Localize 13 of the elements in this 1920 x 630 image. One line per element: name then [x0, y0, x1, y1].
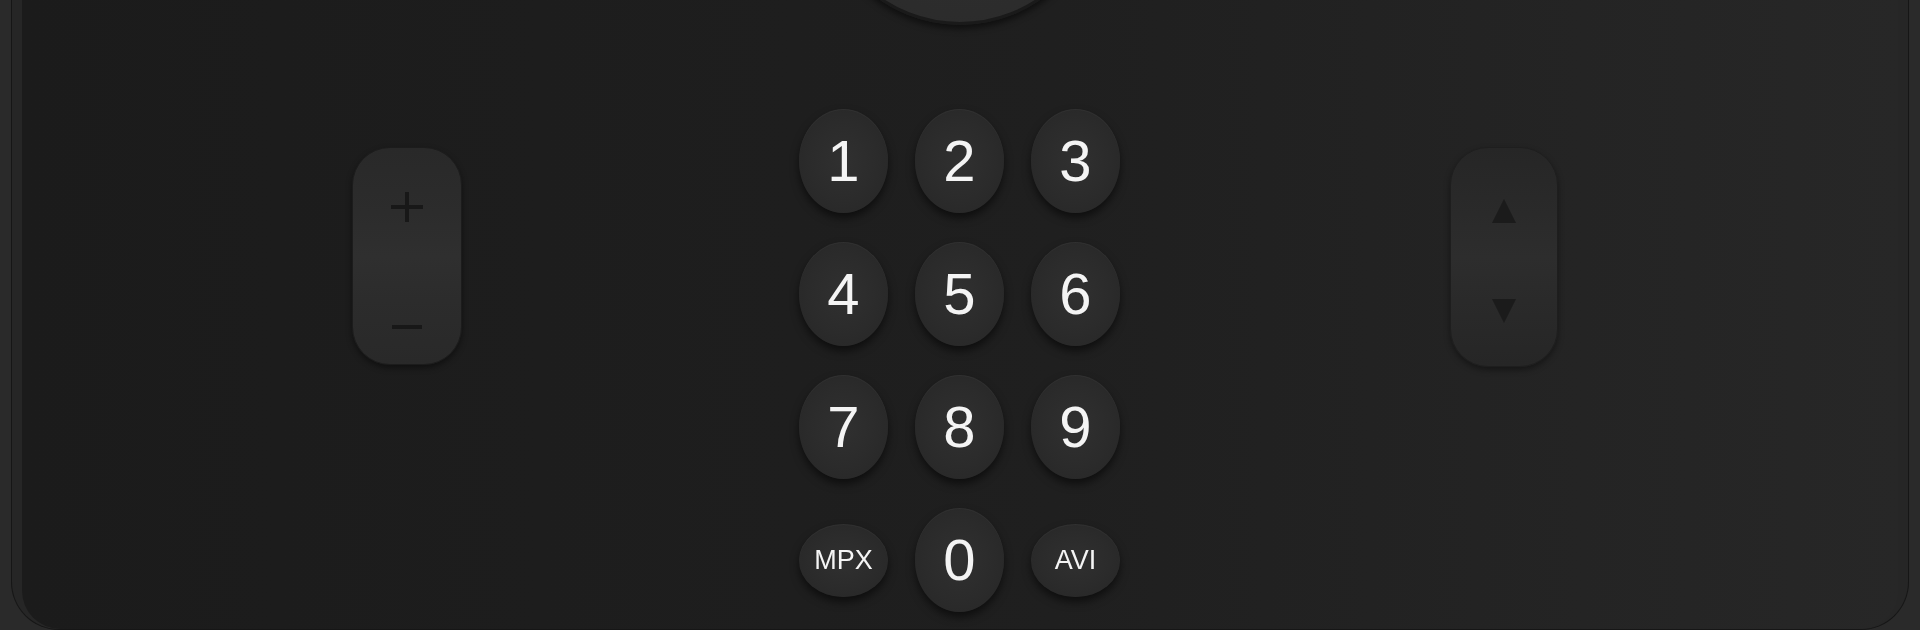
number-key[interactable]: 3: [1031, 109, 1120, 213]
number-key[interactable]: 7: [799, 375, 888, 479]
number-key[interactable]: 5: [915, 242, 1004, 346]
number-key[interactable]: 9: [1031, 375, 1120, 479]
number-key[interactable]: 0: [915, 508, 1004, 612]
volume-rocker[interactable]: [352, 147, 462, 365]
function-key[interactable]: AVI: [1031, 523, 1120, 597]
number-key[interactable]: 1: [799, 109, 888, 213]
function-key[interactable]: MPX: [799, 523, 888, 597]
number-key[interactable]: 6: [1031, 242, 1120, 346]
number-key[interactable]: 8: [915, 375, 1004, 479]
number-key[interactable]: 4: [799, 242, 888, 346]
number-key[interactable]: 2: [915, 109, 1004, 213]
